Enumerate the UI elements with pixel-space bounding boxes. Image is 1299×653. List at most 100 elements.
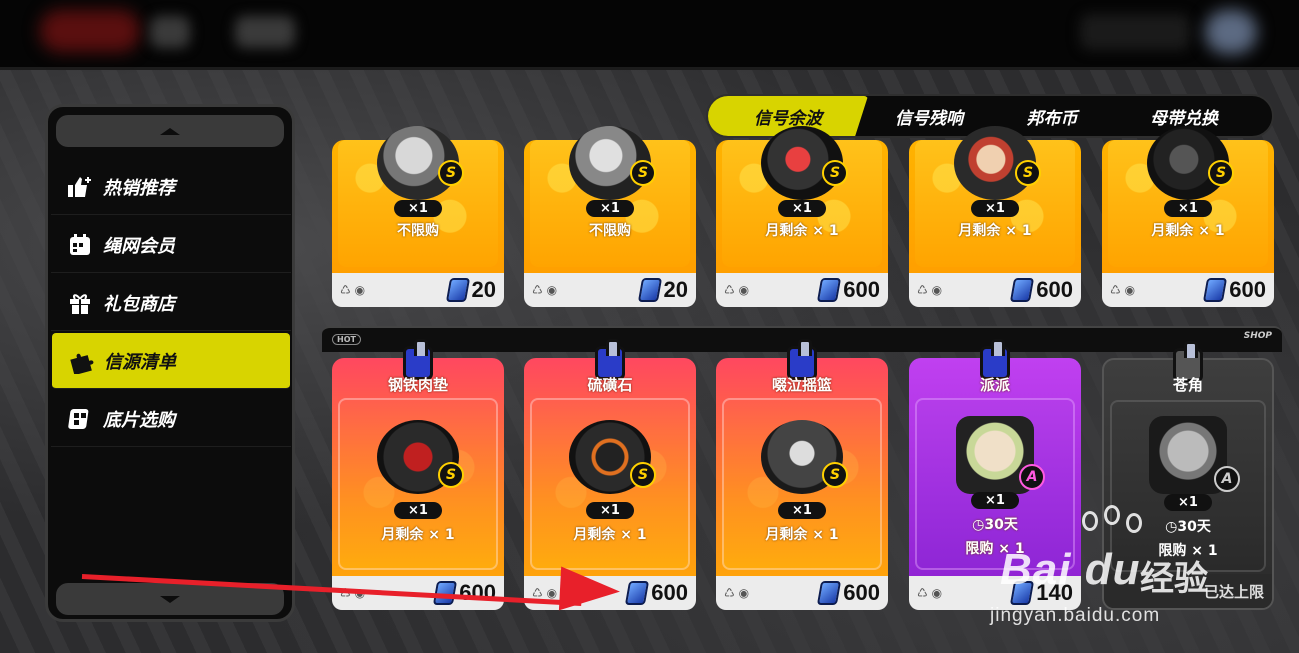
purchase-limit: 不限购 bbox=[397, 223, 439, 239]
sidebar-item-film-purchase[interactable]: 底片选购 bbox=[51, 391, 291, 447]
sidebar: 热销推荐 绳网会员 礼包商店 信源清单 底片选购 bbox=[45, 104, 295, 622]
recycle-icon: ♺ ◉ bbox=[1110, 283, 1136, 297]
sidebar-item-label: 绳网会员 bbox=[103, 235, 175, 257]
card-footer: ♺ ◉ 600 bbox=[716, 576, 888, 610]
quantity-badge: ×1 bbox=[778, 502, 826, 519]
thumbs-up-icon bbox=[67, 174, 93, 200]
film-currency-icon bbox=[625, 581, 650, 605]
quantity-badge: ×1 bbox=[586, 200, 634, 217]
sidebar-item-source-list[interactable]: 信源清单 bbox=[52, 333, 290, 389]
rank-s-icon: S bbox=[438, 462, 464, 488]
price-value: 20 bbox=[471, 277, 496, 302]
rank-a-icon: A bbox=[1019, 464, 1045, 490]
rank-s-icon: S bbox=[630, 160, 656, 186]
quantity-badge: ×1 bbox=[394, 200, 442, 217]
purchase-limit: 月剩余 × 1 bbox=[573, 527, 647, 543]
hot-tag: HOT bbox=[332, 334, 361, 345]
rank-s-icon: S bbox=[438, 160, 464, 186]
film-currency-icon bbox=[817, 278, 842, 302]
sidebar-item-label: 热销推荐 bbox=[103, 177, 175, 199]
calendar-icon bbox=[67, 232, 93, 258]
sidebar-item-membership[interactable]: 绳网会员 bbox=[51, 217, 291, 273]
sidebar-item-gift-shop[interactable]: 礼包商店 bbox=[51, 275, 291, 331]
item-name: 苍角 bbox=[1172, 376, 1203, 394]
card-footer: ♺ ◉ 20 bbox=[332, 273, 504, 307]
film-currency-icon bbox=[445, 278, 470, 302]
shop-card[interactable]: S ×1 不限购 ♺ ◉ 20 bbox=[332, 126, 504, 307]
sidebar-item-label: 底片选购 bbox=[103, 409, 175, 431]
rank-s-icon: S bbox=[1015, 160, 1041, 186]
rank-s-icon: S bbox=[630, 462, 656, 488]
quantity-badge: ×1 bbox=[586, 502, 634, 519]
item-name: 派派 bbox=[979, 376, 1010, 394]
card-footer: ♺ ◉ 20 bbox=[524, 273, 696, 307]
watermark-url: jingyan.baidu.com bbox=[990, 605, 1161, 626]
shop-card[interactable]: S ×1 月剩余 × 1 ♺ ◉ 600 bbox=[909, 126, 1081, 307]
card-footer: ♺ ◉ 600 bbox=[909, 273, 1081, 307]
rank-a-icon: A bbox=[1214, 466, 1240, 492]
price: 20 bbox=[445, 277, 496, 303]
film-currency-icon bbox=[1203, 278, 1228, 302]
tab-label: 信号余波 bbox=[754, 108, 822, 129]
clock-icon: ◷ bbox=[972, 517, 985, 533]
paw-icon bbox=[1126, 513, 1142, 533]
tab-label: 母带兑换 bbox=[1150, 108, 1218, 129]
price: 600 bbox=[1203, 277, 1266, 303]
scroll-up-button[interactable] bbox=[56, 115, 284, 147]
paw-icon bbox=[1082, 511, 1098, 531]
price-value: 600 bbox=[459, 580, 496, 605]
chevron-down-icon bbox=[160, 595, 180, 603]
film-icon bbox=[67, 406, 93, 432]
price-value: 600 bbox=[1036, 277, 1073, 302]
quantity-badge: ×1 bbox=[778, 200, 826, 217]
purchase-limit: 月剩余 × 1 bbox=[1151, 223, 1225, 239]
price-value: 20 bbox=[663, 277, 688, 302]
purchase-limit: 不限购 bbox=[589, 223, 631, 239]
top-bar bbox=[0, 0, 1299, 70]
shop-card-steel-cushion[interactable]: 钢铁肉垫 S ×1 月剩余 × 1 ♺ ◉ 600 bbox=[332, 339, 504, 610]
rank-s-icon: S bbox=[822, 160, 848, 186]
rank-s-icon: S bbox=[1208, 160, 1234, 186]
price: 600 bbox=[817, 277, 880, 303]
watermark-cn: 经验 bbox=[1140, 559, 1208, 599]
recycle-icon: ♺ ◉ bbox=[917, 586, 943, 600]
quantity-badge: ×1 bbox=[394, 502, 442, 519]
shop-card[interactable]: S ×1 月剩余 × 1 ♺ ◉ 600 bbox=[1102, 126, 1274, 307]
shop-card[interactable]: S ×1 不限购 ♺ ◉ 20 bbox=[524, 126, 696, 307]
price-value: 600 bbox=[651, 580, 688, 605]
recycle-icon: ♺ ◉ bbox=[340, 283, 366, 297]
gift-icon bbox=[67, 290, 93, 316]
tab-label: 信号残响 bbox=[895, 108, 963, 129]
price-value: 600 bbox=[843, 277, 880, 302]
quantity-badge: ×1 bbox=[971, 200, 1019, 217]
shop-card-weeping-cradle[interactable]: 啜泣摇篮 S ×1 月剩余 × 1 ♺ ◉ 600 bbox=[716, 339, 888, 610]
item-name: 硫磺石 bbox=[587, 376, 633, 394]
tab-signal-echo[interactable]: 信号残响 bbox=[868, 96, 990, 136]
sidebar-item-label: 信源清单 bbox=[104, 351, 176, 373]
price-value: 600 bbox=[843, 580, 880, 605]
tab-label: 邦布币 bbox=[1026, 108, 1078, 129]
recycle-icon: ♺ ◉ bbox=[724, 283, 750, 297]
rank-s-icon: S bbox=[822, 462, 848, 488]
film-currency-icon bbox=[817, 581, 842, 605]
baidu-watermark: Bai du 经验 jingyan.baidu.com bbox=[990, 505, 1290, 645]
blurred-avatar bbox=[1205, 10, 1257, 54]
purchase-limit: 月剩余 × 1 bbox=[958, 223, 1032, 239]
purchase-limit: 月剩余 × 1 bbox=[381, 527, 455, 543]
purchase-limit: 月剩余 × 1 bbox=[765, 223, 839, 239]
sidebar-item-label: 礼包商店 bbox=[103, 293, 175, 315]
blurred-element bbox=[235, 16, 295, 48]
recycle-icon: ♺ ◉ bbox=[532, 283, 558, 297]
film-currency-icon bbox=[1010, 278, 1035, 302]
shop-card[interactable]: S ×1 月剩余 × 1 ♺ ◉ 600 bbox=[716, 126, 888, 307]
card-footer: ♺ ◉ 600 bbox=[716, 273, 888, 307]
watermark-logo: Bai du bbox=[1000, 545, 1141, 594]
recycle-icon: ♺ ◉ bbox=[724, 586, 750, 600]
blurred-element bbox=[150, 16, 190, 48]
quantity-badge: ×1 bbox=[1164, 200, 1212, 217]
sidebar-item-hot[interactable]: 热销推荐 bbox=[51, 159, 291, 215]
price: 600 bbox=[625, 580, 688, 606]
item-name: 啜泣摇篮 bbox=[771, 376, 832, 394]
price: 600 bbox=[817, 580, 880, 606]
price: 600 bbox=[1010, 277, 1073, 303]
